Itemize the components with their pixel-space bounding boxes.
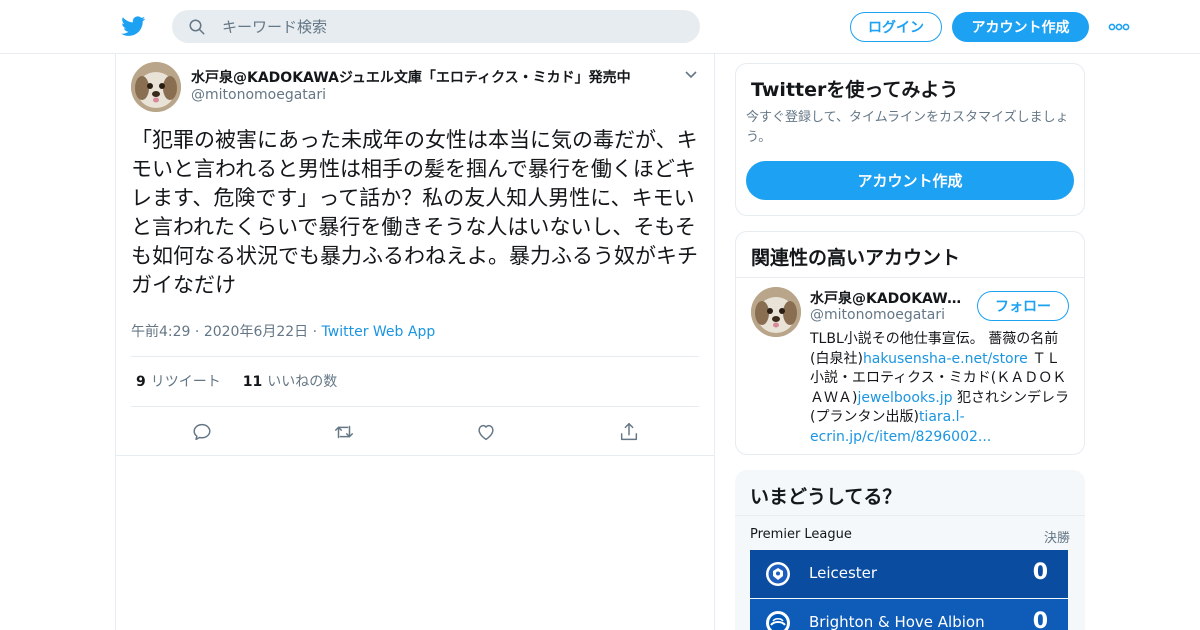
- meta-separator: ·: [190, 324, 204, 340]
- retweet-label: リツイート: [150, 374, 221, 390]
- team-name: Brighton & Hove Albion: [809, 613, 985, 630]
- search-input[interactable]: [222, 10, 682, 43]
- share-icon[interactable]: [618, 421, 640, 443]
- search-bar[interactable]: [172, 10, 700, 43]
- tweet-metadata: 午前4:29 · 2020年6月22日 · Twitter Web App: [131, 321, 435, 341]
- tweet-column: 水戸泉@KADOKAWAジュエル文庫「エロティクス・ミカド」発売中 @miton…: [115, 54, 715, 630]
- signup-card: Twitterを使ってみよう 今すぐ登録して、タイムラインをカスタマイズしましょ…: [735, 63, 1085, 216]
- author-handle[interactable]: @mitonomoegatari: [191, 87, 326, 103]
- trends-card-title: いまどうしてる？: [750, 486, 902, 508]
- tweet-date[interactable]: 2020年6月22日: [204, 324, 308, 340]
- team-crest-icon: [766, 611, 790, 630]
- whats-happening-card: いまどうしてる？ Premier League 決勝 Leicester 0 B…: [735, 470, 1085, 630]
- divider: [736, 277, 1084, 278]
- retweet-stat[interactable]: 9 リツイート: [136, 371, 221, 391]
- related-account-bio: TLBL小説その他仕事宣伝。 薔薇の名前(白泉社)hakusensha-e.ne…: [810, 330, 1072, 447]
- bio-link[interactable]: jewelbooks.jp: [857, 390, 952, 406]
- chevron-down-icon[interactable]: [684, 70, 698, 80]
- team-row[interactable]: Leicester 0: [750, 550, 1068, 598]
- divider: [131, 406, 699, 407]
- divider: [735, 515, 1085, 516]
- related-card-title: 関連性の高いアカウント: [751, 247, 961, 269]
- related-account-avatar[interactable]: [751, 287, 801, 337]
- divider: [131, 356, 699, 357]
- login-button[interactable]: ログイン: [850, 12, 942, 42]
- more-icon[interactable]: [1108, 23, 1130, 31]
- like-label: いいねの数: [267, 374, 338, 390]
- tweet-time[interactable]: 午前4:29: [131, 324, 190, 340]
- retweet-count: 9: [136, 374, 146, 390]
- related-account-name[interactable]: 水戸泉@KADOKAWA...: [810, 288, 970, 308]
- team-score: 0: [1032, 609, 1048, 630]
- team-row[interactable]: Brighton & Hove Albion 0: [750, 599, 1068, 630]
- tweet-client-link[interactable]: Twitter Web App: [322, 324, 436, 340]
- related-account-handle[interactable]: @mitonomoegatari: [810, 307, 945, 323]
- league-name[interactable]: Premier League: [750, 527, 852, 542]
- signup-card-description: 今すぐ登録して、タイムラインをカスタマイズしましょう。: [746, 110, 1069, 145]
- author-name[interactable]: 水戸泉@KADOKAWAジュエル文庫「エロティクス・ミカド」発売中: [191, 67, 631, 87]
- team-name: Leicester: [809, 564, 878, 582]
- related-accounts-card: 関連性の高いアカウント 水戸泉@KADOKAWA... @mitonomoega…: [735, 231, 1085, 455]
- create-account-button[interactable]: アカウント作成: [746, 161, 1074, 200]
- like-icon[interactable]: [475, 421, 497, 443]
- like-stat[interactable]: 11 いいねの数: [243, 371, 337, 391]
- author-avatar[interactable]: [131, 62, 181, 112]
- signup-card-title: Twitterを使ってみよう: [751, 79, 959, 101]
- top-navigation-bar: ログイン アカウント作成: [0, 0, 1200, 54]
- follow-button[interactable]: フォロー: [977, 291, 1069, 321]
- divider: [116, 455, 714, 456]
- twitter-logo-icon[interactable]: [120, 14, 147, 38]
- reply-icon[interactable]: [191, 421, 213, 443]
- bio-link[interactable]: hakusensha-e.net/store: [863, 351, 1028, 367]
- team-score: 0: [1032, 560, 1048, 585]
- tweet-text: 「犯罪の被害にあった未成年の女性は本当に気の毒だが、キモいと言われると男性は相手…: [131, 128, 698, 297]
- signup-button[interactable]: アカウント作成: [952, 12, 1089, 42]
- tweet-stats: 9 リツイート 11 いいねの数: [136, 371, 337, 391]
- retweet-icon[interactable]: [333, 421, 355, 443]
- match-status: 決勝: [1043, 531, 1070, 546]
- search-icon: [189, 19, 205, 35]
- meta-separator: ·: [308, 324, 322, 340]
- team-crest-icon: [766, 562, 790, 586]
- like-count: 11: [242, 374, 263, 390]
